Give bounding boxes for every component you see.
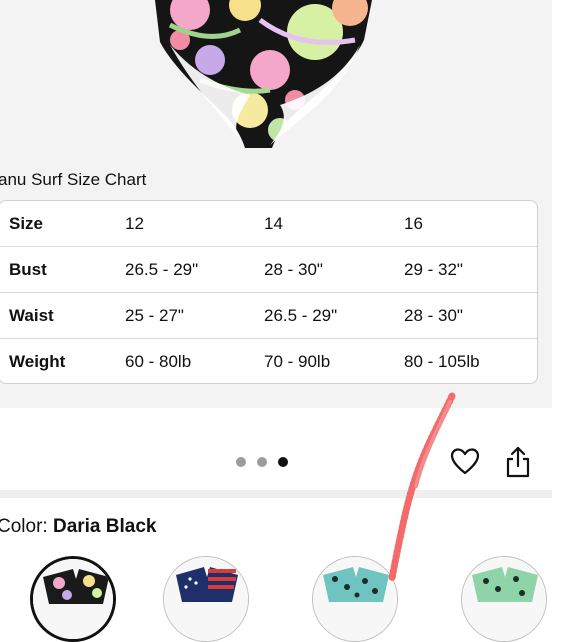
swatch-image [33, 559, 113, 639]
table-cell: 60 - 80lb [125, 352, 192, 371]
table-cell: 12 [125, 214, 144, 233]
table-cell: 28 - 30" [264, 260, 323, 279]
size-chart-table: Size 12 14 16 Bust 26.5 - 29" 28 - 30" 2… [0, 200, 538, 384]
page-dot-2[interactable] [257, 457, 267, 467]
table-cell: 80 - 105lb [404, 352, 480, 371]
row-label: Size [9, 214, 44, 233]
table-cell: 26.5 - 29" [264, 306, 338, 325]
table-row-waist: Waist 25 - 27" 26.5 - 29" 28 - 30" [0, 293, 537, 339]
section-divider [0, 490, 552, 498]
pink-annotation-stroke [388, 392, 456, 582]
table-cell: 16 [404, 214, 423, 233]
swatch-image [313, 557, 397, 641]
row-label: Bust [9, 260, 47, 279]
add-to-favorites-button[interactable] [450, 447, 480, 477]
table-cell: 29 - 32" [404, 260, 463, 279]
color-swatch-floral-black[interactable] [30, 556, 116, 642]
color-swatch-leopard-teal[interactable] [312, 556, 398, 642]
table-cell: 28 - 30" [404, 306, 463, 325]
color-swatch-flag-print[interactable] [163, 556, 249, 642]
table-cell: 25 - 27" [125, 306, 184, 325]
swatch-image [164, 557, 248, 641]
share-button[interactable] [504, 446, 532, 478]
row-label: Weight [9, 352, 66, 371]
page-dot-1[interactable] [236, 457, 246, 467]
table-row-size: Size 12 14 16 [0, 201, 537, 247]
table-row-weight: Weight 60 - 80lb 70 - 90lb 80 - 105lb [0, 339, 537, 383]
color-selection-label: Color: Daria Black [0, 516, 156, 538]
swatch-image [462, 557, 546, 641]
heart-icon [450, 448, 480, 475]
table-cell: 14 [264, 214, 283, 233]
product-image-swimsuit-bottom [155, 0, 372, 148]
selected-color-name: Daria Black [52, 516, 157, 537]
share-icon [506, 446, 530, 478]
size-chart-title: anu Surf Size Chart [0, 170, 147, 189]
page-dot-3[interactable] [278, 457, 288, 467]
color-prefix: Color: [0, 516, 53, 537]
row-label: Waist [9, 306, 54, 325]
table-cell: 26.5 - 29" [125, 260, 199, 279]
color-swatch-leopard-green[interactable] [461, 556, 547, 642]
table-row-bust: Bust 26.5 - 29" 28 - 30" 29 - 32" [0, 247, 537, 293]
table-cell: 70 - 90lb [264, 352, 331, 371]
